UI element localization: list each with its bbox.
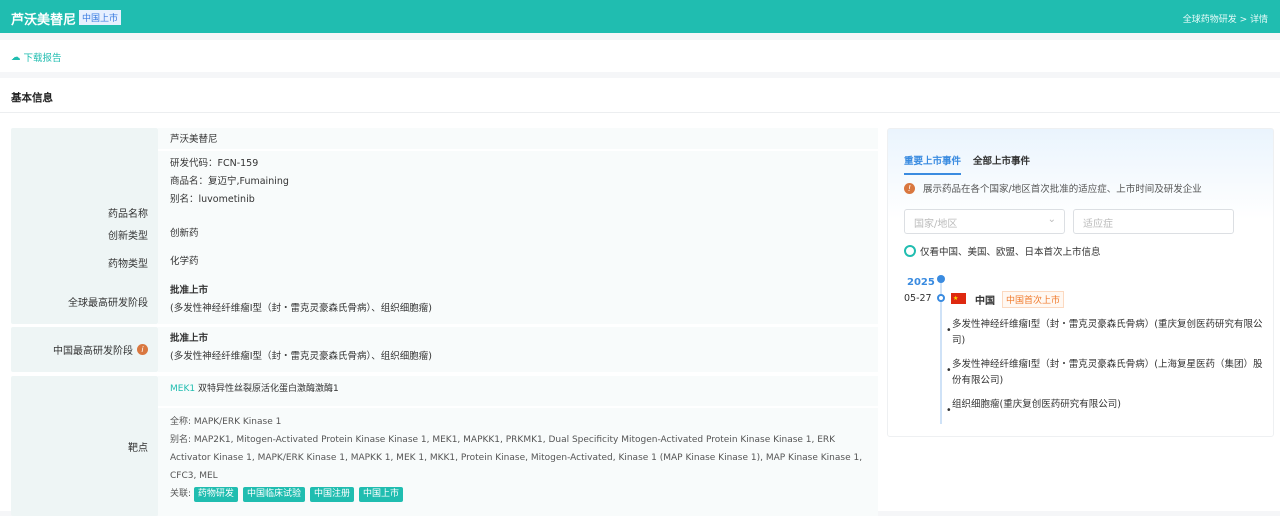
event-item: 组织细胞瘤(重庆复创医药研究有限公司)	[946, 397, 1267, 419]
note: 展示药品在各个国家/地区首次批准的适应症、上市时间及研发企业	[923, 184, 1202, 195]
row-target: 靶点 MEK1 双特异性丝裂原活化蛋白激酶激酶1 全称: MAPK/ERK Ki…	[11, 376, 878, 516]
stage: 批准上市	[170, 333, 209, 344]
country: 中国	[975, 296, 995, 307]
info-icon[interactable]: i	[137, 344, 148, 355]
first-launch-badge: 中国首次上市	[1002, 291, 1065, 308]
year: 2025	[907, 277, 935, 288]
related-label: 关联:	[170, 489, 192, 499]
country-select[interactable]: 国家/地区 ⌄	[904, 209, 1065, 234]
indication-input[interactable]: 适应症	[1073, 209, 1234, 234]
market-events-panel: 重要上市事件 全部上市事件 ! 展示药品在各个国家/地区首次批准的适应症、上市时间及…	[887, 128, 1274, 437]
value: 创新药	[158, 222, 878, 247]
breadcrumb[interactable]: 全球药物研发 > 详情	[1183, 12, 1268, 25]
divider	[0, 112, 1280, 113]
dev-code: 研发代码：FCN-159	[170, 158, 259, 169]
chevron-down-icon: ⌄	[1047, 214, 1056, 225]
label: 药物类型	[11, 250, 158, 275]
tab-key-events[interactable]: 重要上市事件	[904, 153, 962, 175]
row-china-stage: 中国最高研发阶段 i 批准上市 (多发性神经纤维瘤Ⅰ型（封・雷克灵豪森氏骨病）、组织…	[11, 327, 878, 372]
tab-all-events[interactable]: 全部上市事件	[973, 153, 1030, 175]
timeline-dot	[937, 294, 945, 302]
page-title: 芦沃美替尼	[11, 13, 77, 28]
target-link[interactable]: MEK1	[170, 384, 195, 394]
placeholder: 适应症	[1083, 219, 1113, 230]
label: 靶点	[11, 376, 158, 516]
date: 05-27	[904, 293, 932, 304]
status-badge: 中国上市	[79, 10, 122, 25]
value: 化学药	[158, 250, 878, 275]
info-icon: !	[904, 182, 915, 194]
full-name: 全称: MAPK/ERK Kinase 1	[170, 417, 282, 427]
related-tag[interactable]: 中国临床试验	[242, 487, 305, 502]
radio-icon	[904, 245, 916, 257]
header: 芦沃美替尼 中国上市 全球药物研发 > 详情	[0, 0, 1280, 33]
label: 全球最高研发阶段	[11, 279, 158, 324]
indications: (多发性神经纤维瘤Ⅰ型（封・雷克灵豪森氏骨病）、组织细胞瘤)	[170, 351, 432, 362]
event-item: 多发性神经纤维瘤Ⅰ型（封・雷克灵豪森氏骨病）(重庆复创医药研究有限公司)	[946, 317, 1267, 349]
filter-label: 仅看中国、美国、欧盟、日本首次上市信息	[920, 247, 1101, 258]
target-name: 双特异性丝裂原活化蛋白激酶激酶1	[197, 384, 339, 394]
row-global-stage: 全球最高研发阶段 批准上市 (多发性神经纤维瘤Ⅰ型（封・雷克灵豪森氏骨病）、组织细…	[11, 279, 878, 324]
download-label: 下载报告	[23, 53, 62, 64]
label: 中国最高研发阶段	[53, 346, 133, 357]
trade-name: 商品名：复迈宁,Fumaining	[170, 176, 289, 187]
aliases: 别名: MAP2K1, Mitogen-Activated Protein Ki…	[170, 435, 863, 481]
event-item: 多发性神经纤维瘤Ⅰ型（封・雷克灵豪森氏骨病）(上海复星医药（集团）股份有限公司)	[946, 357, 1267, 389]
timeline-dot	[937, 275, 945, 283]
download-report-button[interactable]: ☁ 下载报告	[11, 50, 62, 65]
row-drug-type: 药物类型 化学药	[11, 250, 878, 275]
related-tag[interactable]: 中国上市	[358, 487, 403, 502]
row-innovation: 创新类型 创新药	[11, 222, 878, 247]
stage: 批准上市	[170, 285, 209, 296]
label: 创新类型	[11, 222, 158, 247]
related-tag[interactable]: 药物研发	[193, 487, 238, 502]
cloud-download-icon: ☁	[11, 51, 21, 63]
major-markets-toggle[interactable]: 仅看中国、美国、欧盟、日本首次上市信息	[904, 244, 1101, 258]
toolbar: ☁ 下载报告	[0, 40, 1280, 72]
related-tag[interactable]: 中国注册	[309, 487, 354, 502]
drug-name: 芦沃美替尼	[158, 128, 878, 151]
china-flag-icon: ★	[951, 293, 966, 304]
section-title: 基本信息	[11, 92, 53, 104]
indications: (多发性神经纤维瘤Ⅰ型（封・雷克灵豪森氏骨病）、组织细胞瘤)	[170, 303, 432, 314]
placeholder: 国家/地区	[914, 219, 958, 230]
alias: 别名：luvometinib	[170, 194, 255, 205]
